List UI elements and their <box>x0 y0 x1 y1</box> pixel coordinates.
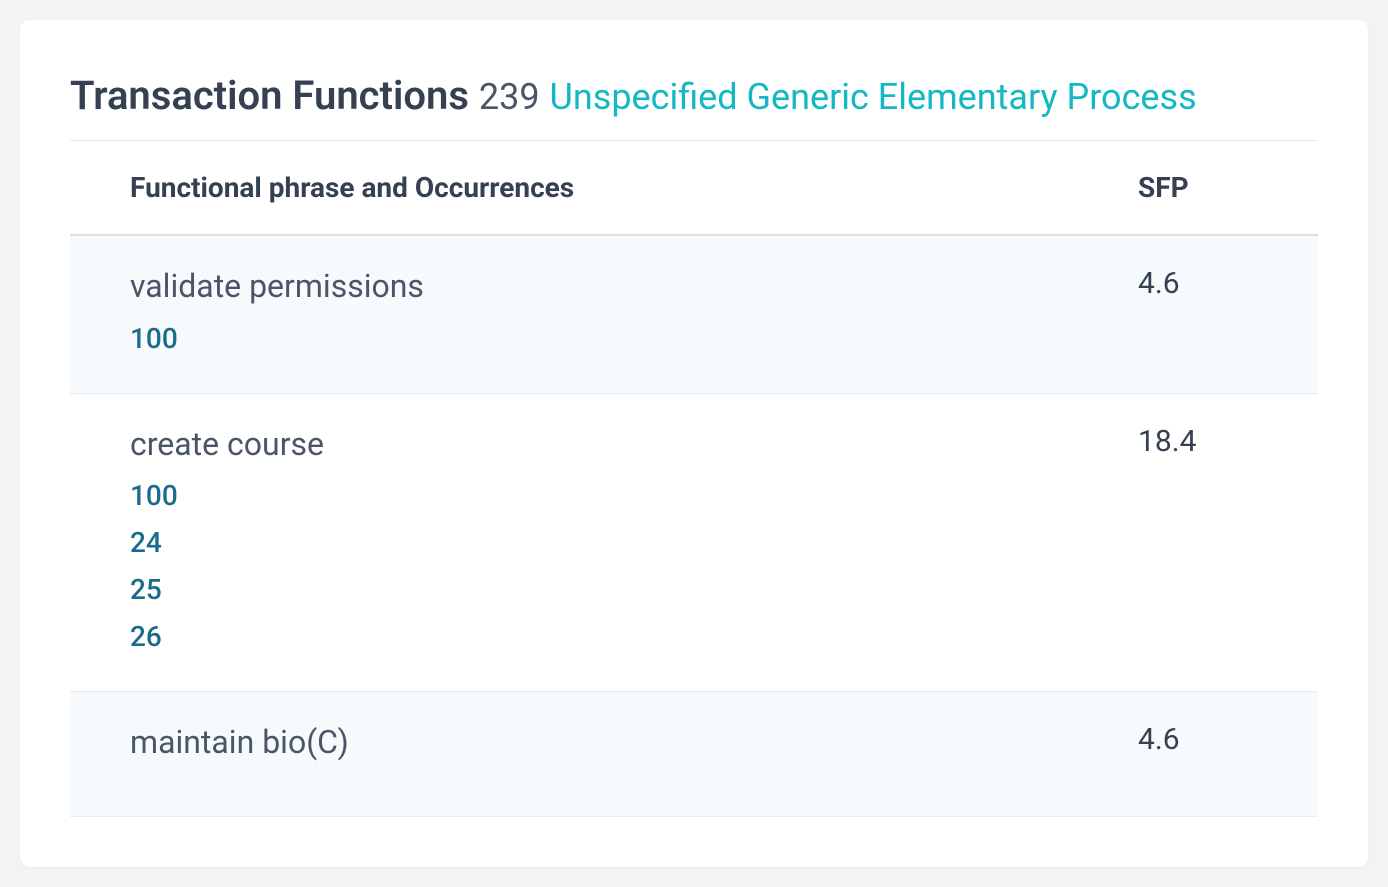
occurrence-link[interactable]: 100 <box>130 479 1138 512</box>
transaction-functions-card: Transaction Functions 239 Unspecified Ge… <box>20 20 1368 867</box>
title-text: Transaction Functions <box>70 72 469 119</box>
phrase-text: validate permissions <box>130 266 1138 308</box>
occurrence-link[interactable]: 24 <box>130 526 1138 559</box>
column-header-sfp: SFP <box>1138 141 1318 235</box>
occurrence-link[interactable]: 26 <box>130 620 1138 653</box>
table-row: validate permissions 100 4.6 <box>70 235 1318 393</box>
occurrence-list: 100 <box>130 322 1138 355</box>
phrase-text: create course <box>130 424 1138 466</box>
occurrence-link[interactable]: 25 <box>130 573 1138 606</box>
phrase-text: maintain bio(C) <box>130 722 1138 764</box>
occurrence-link[interactable]: 100 <box>130 322 1138 355</box>
title-count: 239 <box>479 76 540 118</box>
table-row: create course 100 24 25 26 18.4 <box>70 393 1318 692</box>
page-title: Transaction Functions 239 Unspecified Ge… <box>70 70 1318 141</box>
sfp-value: 18.4 <box>1138 393 1318 692</box>
functions-table: Functional phrase and Occurrences SFP va… <box>70 141 1318 817</box>
title-subtitle: Unspecified Generic Elementary Process <box>550 76 1197 118</box>
occurrence-list: 100 24 25 26 <box>130 479 1138 653</box>
column-header-phrase: Functional phrase and Occurrences <box>70 141 1138 235</box>
table-row: maintain bio(C) 4.6 <box>70 692 1318 817</box>
sfp-value: 4.6 <box>1138 235 1318 393</box>
sfp-value: 4.6 <box>1138 692 1318 817</box>
